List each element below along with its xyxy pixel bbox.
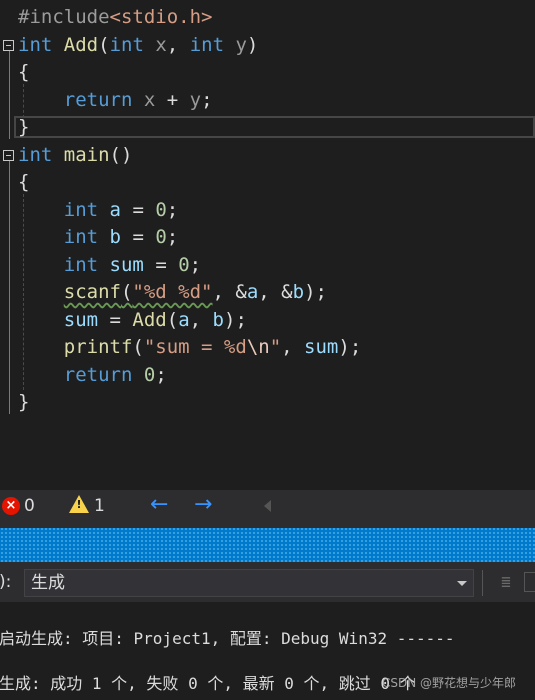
output-line-2: 生成: 成功 1 个, 失败 0 个, 最新 0 个, 跳过 0 个: [0, 674, 416, 693]
fold-guide: [9, 161, 10, 414]
output-panel-titlebar[interactable]: [0, 528, 535, 562]
clear-all-icon[interactable]: ≣: [497, 572, 515, 592]
code-line-2: int Add(int x, int y): [18, 34, 259, 56]
code-line-5: }: [18, 116, 30, 138]
code-line-11: scanf("%d %d", &a, &b);: [63, 281, 327, 303]
output-source-select[interactable]: 生成: [24, 569, 474, 597]
code-line-10: int sum = 0;: [63, 254, 202, 276]
code-line-13: printf("sum = %d\n", sum);: [63, 336, 362, 358]
clipped-line-remnant: [100, 0, 300, 2]
fold-collapse-icon[interactable]: [3, 150, 14, 161]
warning-count[interactable]: 1: [94, 495, 105, 517]
output-line-1: 启动生成: 项目: Project1, 配置: Debug Win32 ----…: [0, 629, 455, 648]
previous-issue-button[interactable]: ←: [150, 493, 168, 517]
error-count[interactable]: 0: [24, 495, 35, 517]
code-line-12: sum = Add(a, b);: [63, 309, 247, 331]
code-line-1: #include<stdio.h>: [18, 6, 213, 28]
code-line-7: {: [18, 171, 30, 193]
fold-collapse-icon[interactable]: [3, 40, 14, 51]
output-source-value: 生成: [31, 573, 65, 593]
code-line-6: int main(): [18, 144, 133, 166]
toolbar-divider: [482, 570, 483, 596]
code-line-8: int a = 0;: [63, 199, 179, 221]
current-line-highlight: [14, 116, 535, 138]
error-icon[interactable]: ×: [2, 497, 20, 515]
code-line-15: }: [18, 391, 30, 413]
code-line-9: int b = 0;: [63, 226, 179, 248]
code-line-4: return x + y;: [63, 89, 213, 111]
chevron-down-icon[interactable]: [457, 581, 467, 586]
code-editor[interactable]: #include<stdio.h> int Add(int x, int y) …: [0, 0, 535, 490]
watermark: CSDN @野花想与少年郎: [382, 676, 517, 690]
output-source-label: ):: [0, 572, 12, 592]
editor-status-bar: × 0 ! 1 ← →: [0, 490, 535, 522]
code-line-14: return 0;: [63, 364, 167, 386]
fold-guide: [9, 51, 10, 139]
scroll-left-icon[interactable]: [264, 500, 271, 512]
word-wrap-icon[interactable]: [524, 572, 535, 592]
warning-icon[interactable]: !: [69, 495, 89, 513]
next-issue-button[interactable]: →: [194, 493, 212, 517]
code-line-3: {: [18, 61, 30, 83]
